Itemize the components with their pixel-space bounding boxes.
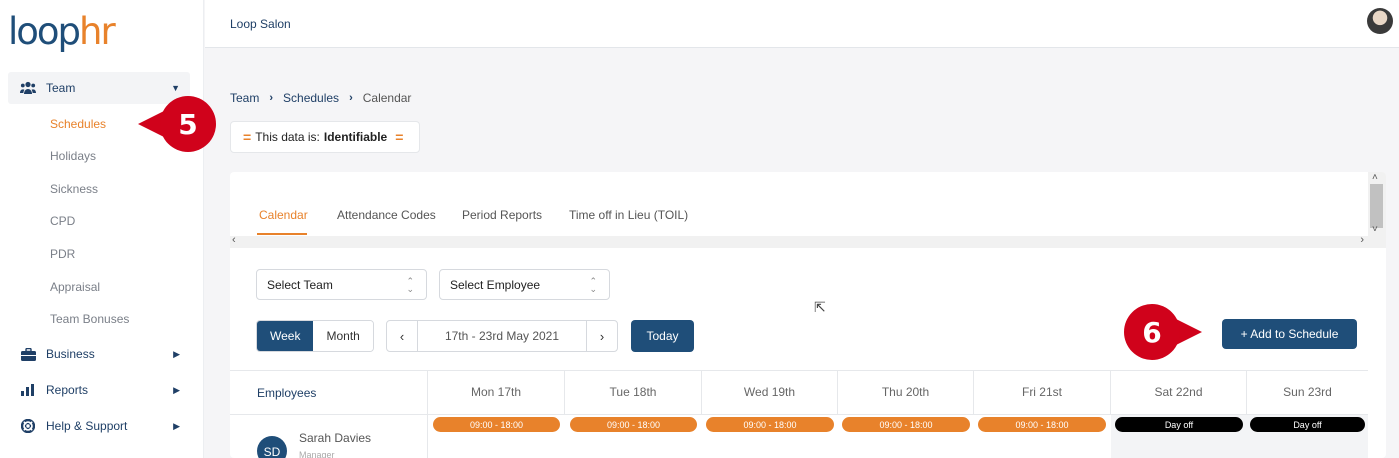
data-classification-prefix: This data is: <box>255 130 320 144</box>
data-classification-badge: = This data is: Identifiable = <box>230 121 420 153</box>
step-callout-6: 6 <box>1124 304 1202 360</box>
sidebar-group-label: Reports <box>46 383 89 397</box>
sidebar-group-reports[interactable]: Reports ▶ <box>8 374 190 406</box>
caret-right-icon: ▶ <box>173 384 180 395</box>
employees-header: Employees <box>257 386 317 400</box>
employee-role: Manager <box>299 450 335 458</box>
month-view-button[interactable]: Month <box>313 321 373 351</box>
top-bar: Loop Salon <box>205 0 1399 48</box>
bar-chart-icon <box>20 382 36 398</box>
shift-wed[interactable]: 09:00 - 18:00 <box>706 417 834 432</box>
chevron-right-icon: › <box>269 92 274 104</box>
organisation-name[interactable]: Loop Salon <box>230 17 291 31</box>
view-toggle: Week Month <box>256 320 374 352</box>
chevron-right-icon: › <box>349 92 353 104</box>
next-week-button[interactable]: › <box>587 321 617 351</box>
user-avatar[interactable] <box>1367 8 1393 34</box>
sort-arrows-icon: ⌃ ⌄ <box>589 275 597 294</box>
callout-badge: 5 <box>160 96 216 152</box>
employee-select-value: Select Employee <box>450 277 541 292</box>
breadcrumb-team[interactable]: Team <box>230 91 259 105</box>
day-header-thu: Thu 20th <box>838 370 974 414</box>
sidebar-item-cpd[interactable]: CPD <box>50 213 75 229</box>
sidebar-group-help[interactable]: Help & Support ▶ <box>8 410 190 442</box>
schedule-table: Employees Mon 17th Tue 18th Wed 19th Thu… <box>230 370 1368 458</box>
date-navigator: ‹ 17th - 23rd May 2021 › <box>386 320 618 352</box>
day-header-mon: Mon 17th <box>428 370 565 414</box>
horizontal-scrollbar[interactable]: ‹ › <box>230 234 1368 248</box>
day-header-tue: Tue 18th <box>565 370 702 414</box>
sidebar: loophr Team ▼ Schedules Holidays Sicknes… <box>0 0 204 458</box>
employee-select[interactable]: Select Employee ⌃ ⌄ <box>439 269 610 300</box>
sidebar-item-pdr[interactable]: PDR <box>50 246 75 262</box>
scroll-down-icon[interactable]: ˅ <box>1372 224 1378 235</box>
team-select-value: Select Team <box>267 277 333 292</box>
data-classification-value: Identifiable <box>323 130 388 144</box>
tab-period-reports[interactable]: Period Reports <box>462 208 542 222</box>
tab-toil[interactable]: Time off in Lieu (TOIL) <box>569 208 688 222</box>
sidebar-item-schedules[interactable]: Schedules <box>50 116 106 132</box>
step-callout-5: 5 <box>138 96 216 152</box>
active-tab-indicator <box>257 233 307 235</box>
team-icon <box>20 80 36 96</box>
sidebar-item-appraisal[interactable]: Appraisal <box>50 279 100 295</box>
employee-name[interactable]: Sarah Davies <box>299 431 371 445</box>
sidebar-group-label: Team <box>46 81 76 95</box>
sidebar-group-label: Help & Support <box>46 419 128 433</box>
shift-mon[interactable]: 09:00 - 18:00 <box>433 417 560 432</box>
sidebar-group-label: Business <box>46 347 95 361</box>
scroll-right-icon[interactable]: › <box>1360 234 1364 246</box>
equals-icon: = <box>243 129 252 145</box>
scrollbar-thumb[interactable] <box>1370 184 1383 228</box>
sidebar-item-team-bonuses[interactable]: Team Bonuses <box>50 311 129 327</box>
sidebar-group-business[interactable]: Business ▶ <box>8 338 190 370</box>
breadcrumb-calendar: Calendar <box>362 91 412 105</box>
today-button[interactable]: Today <box>631 320 694 352</box>
team-select[interactable]: Select Team ⌃ ⌄ <box>256 269 427 300</box>
caret-right-icon: ▶ <box>173 348 180 359</box>
briefcase-icon <box>20 346 36 362</box>
day-header-wed: Wed 19th <box>702 370 838 414</box>
shift-fri[interactable]: 09:00 - 18:00 <box>978 417 1106 432</box>
shift-sun[interactable]: Day off <box>1250 417 1365 432</box>
sort-arrows-icon: ⌃ ⌄ <box>406 275 414 294</box>
breadcrumb-schedules[interactable]: Schedules <box>283 91 339 105</box>
lifebuoy-icon <box>20 418 36 434</box>
scroll-up-icon[interactable]: ˄ <box>1372 172 1378 183</box>
add-to-schedule-button[interactable]: + Add to Schedule <box>1222 319 1357 349</box>
breadcrumb: Team › Schedules › Calendar <box>230 91 411 105</box>
vertical-scrollbar[interactable]: ˄ ˅ <box>1368 172 1386 248</box>
tab-attendance-codes[interactable]: Attendance Codes <box>337 208 436 222</box>
employee-avatar: SD <box>257 436 287 458</box>
tab-calendar[interactable]: Calendar <box>259 208 308 222</box>
caret-down-icon: ▼ <box>171 83 180 93</box>
sidebar-item-holidays[interactable]: Holidays <box>50 148 96 164</box>
date-range[interactable]: 17th - 23rd May 2021 <box>417 321 587 351</box>
previous-week-button[interactable]: ‹ <box>387 321 417 351</box>
week-view-button[interactable]: Week <box>257 321 314 351</box>
scroll-left-icon[interactable]: ‹ <box>232 234 236 246</box>
day-header-sun: Sun 23rd <box>1283 385 1332 399</box>
sidebar-item-sickness[interactable]: Sickness <box>50 181 98 197</box>
callout-badge: 6 <box>1124 304 1180 360</box>
shift-tue[interactable]: 09:00 - 18:00 <box>570 417 697 432</box>
caret-right-icon: ▶ <box>173 420 180 431</box>
mouse-cursor-icon: ⇱ <box>814 299 826 315</box>
day-header-sat: Sat 22nd <box>1111 370 1247 414</box>
day-header-fri: Fri 21st <box>974 370 1111 414</box>
tab-bar: Calendar Attendance Codes Period Reports… <box>230 172 1368 236</box>
shift-thu[interactable]: 09:00 - 18:00 <box>842 417 970 432</box>
schedule-card: Calendar Attendance Codes Period Reports… <box>230 172 1386 458</box>
equals-icon: = <box>395 129 404 145</box>
loophr-logo[interactable]: loophr <box>8 10 116 54</box>
shift-sat[interactable]: Day off <box>1115 417 1243 432</box>
